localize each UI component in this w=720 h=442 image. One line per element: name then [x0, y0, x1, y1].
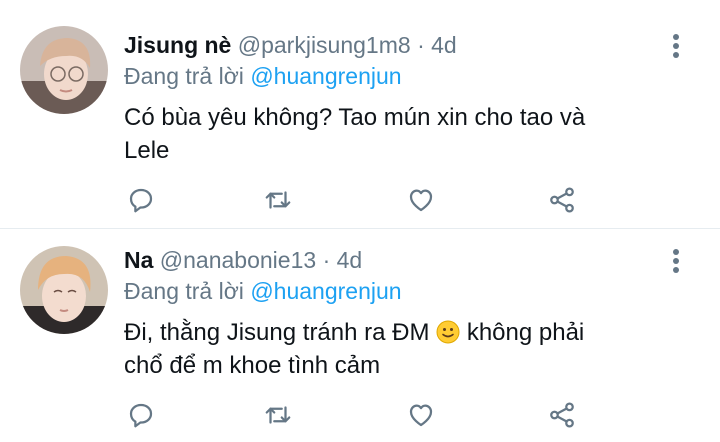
mention-link[interactable]: @huangrenjun — [250, 278, 401, 304]
more-options-icon[interactable] — [672, 249, 680, 275]
user-handle[interactable]: @parkjisung1m8 — [238, 32, 411, 58]
timestamp[interactable]: 4d — [337, 247, 363, 273]
tweet-header: Jisung nè @parkjisung1m8 · 4d — [124, 30, 457, 60]
tweet[interactable]: Na @nanabonie13 · 4d Đang trả lời @huang… — [0, 229, 720, 442]
display-name[interactable]: Na — [124, 247, 153, 273]
share-icon[interactable] — [545, 398, 579, 432]
timestamp[interactable]: 4d — [431, 32, 457, 58]
retweet-icon[interactable] — [261, 398, 295, 432]
tweet-text: Có bùa yêu không? Tao mún xin cho tao và… — [124, 101, 684, 167]
tweet-actions — [124, 398, 604, 432]
replying-to: Đang trả lời @huangrenjun — [124, 61, 402, 91]
tweet-text-segment: không phải — [460, 319, 585, 346]
separator: · — [417, 32, 425, 58]
replying-to-label: Đang trả lời — [124, 63, 244, 89]
mention-link[interactable]: @huangrenjun — [250, 63, 401, 89]
tweet-text-line: Đi, thằng Jisung tránh ra ĐM không phải — [124, 316, 684, 349]
reply-icon[interactable] — [124, 398, 158, 432]
retweet-icon[interactable] — [261, 183, 295, 217]
reply-icon[interactable] — [124, 183, 158, 217]
tweet-text: Đi, thằng Jisung tránh ra ĐM không phải … — [124, 316, 684, 382]
tweet-text-line: Có bùa yêu không? Tao mún xin cho tao và — [124, 104, 586, 131]
share-icon[interactable] — [545, 183, 579, 217]
tweet-actions — [124, 183, 604, 217]
more-options-icon[interactable] — [672, 34, 680, 60]
like-icon[interactable] — [404, 183, 438, 217]
avatar[interactable] — [20, 26, 108, 114]
slightly-smiling-face-icon — [436, 320, 460, 344]
replying-to-label: Đang trả lời — [124, 278, 244, 304]
avatar[interactable] — [20, 246, 108, 334]
tweet-header: Na @nanabonie13 · 4d — [124, 245, 362, 275]
like-icon[interactable] — [404, 398, 438, 432]
display-name[interactable]: Jisung nè — [124, 32, 231, 58]
tweet-text-segment: Đi, thằng Jisung tránh ra ĐM — [124, 319, 430, 346]
user-handle[interactable]: @nanabonie13 — [160, 247, 316, 273]
replying-to: Đang trả lời @huangrenjun — [124, 276, 402, 306]
tweet-text-line: chổ để m khoe tình cảm — [124, 352, 381, 379]
tweet[interactable]: Jisung nè @parkjisung1m8 · 4d Đang trả l… — [0, 0, 720, 229]
tweet-text-line: Lele — [124, 137, 170, 164]
separator: · — [322, 247, 331, 273]
